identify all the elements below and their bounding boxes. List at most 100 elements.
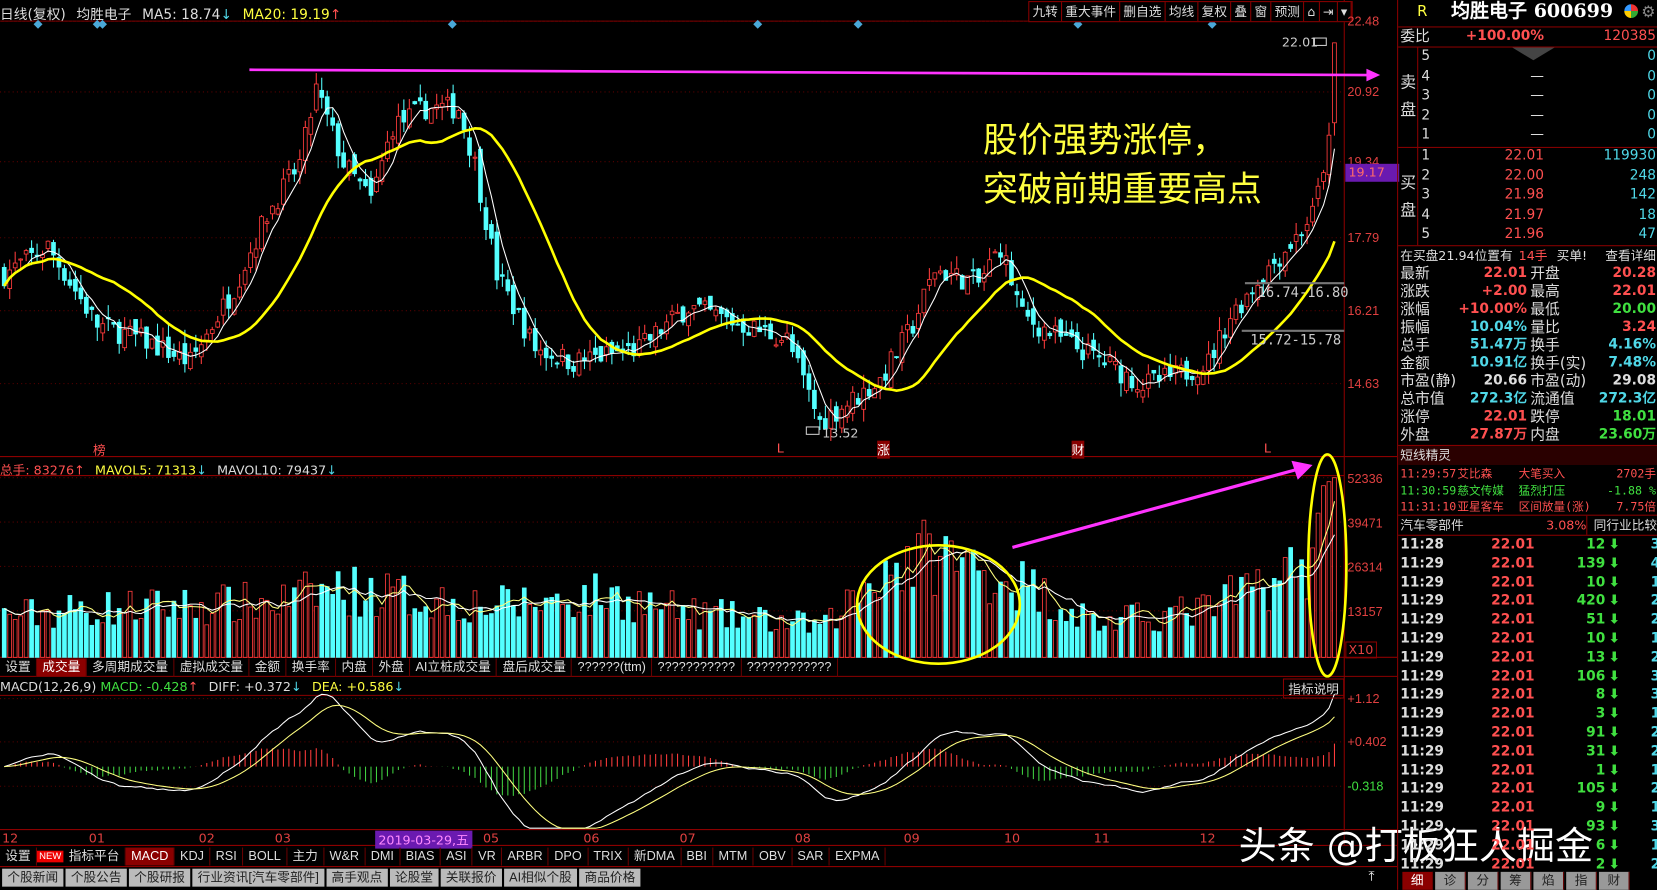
toolbar-button[interactable]: 预测	[1271, 2, 1305, 22]
volume-tab[interactable]: ??????(ttm)	[572, 658, 653, 677]
volume-tab[interactable]: ????????????	[741, 658, 838, 677]
volume-bar	[571, 617, 576, 658]
volume-tab[interactable]: 成交量	[37, 658, 87, 677]
industry-compare-button[interactable]: 同行业比较	[1586, 515, 1657, 535]
view-detail-link[interactable]: 查看详细	[1605, 246, 1656, 265]
stat-label: 量比	[1530, 319, 1560, 337]
sell-order-row[interactable]: 2 — 0	[1398, 107, 1657, 126]
news-tab[interactable]: AI相似个股	[503, 868, 578, 887]
quote-tab[interactable]: 诊	[1435, 871, 1466, 890]
volume-tab[interactable]: 换手率	[286, 658, 337, 677]
volume-bar	[795, 610, 801, 658]
quote-tab[interactable]: 分	[1467, 871, 1499, 890]
industry-name[interactable]: 汽车零部件	[1400, 516, 1463, 535]
buy-order-row[interactable]: 2 22.00 248	[1398, 167, 1657, 186]
quote-tab[interactable]: 财	[1599, 871, 1630, 890]
toolbar-button[interactable]: 叠	[1231, 2, 1252, 22]
toolbar-button[interactable]: 复权	[1198, 2, 1232, 22]
volume-tab[interactable]: ???????????	[652, 658, 742, 677]
volume-tab[interactable]: 内盘	[336, 658, 374, 677]
news-tab[interactable]: 关联报价	[440, 868, 502, 887]
indicator-tab[interactable]: OBV	[754, 847, 793, 866]
volume-tab[interactable]: 设置	[0, 658, 38, 677]
volume-bar	[133, 619, 138, 658]
toolbar-button[interactable]: 删自选	[1120, 2, 1166, 22]
indicator-tab[interactable]: SAR	[792, 847, 830, 866]
volume-bar	[160, 609, 166, 658]
indicator-tab[interactable]: 新DMA	[629, 847, 682, 866]
indicator-tab[interactable]: DPO	[549, 847, 589, 866]
quote-tab[interactable]: 焰	[1533, 871, 1565, 890]
news-tab[interactable]: 商品价格	[579, 868, 641, 887]
new-badge[interactable]: NEW	[37, 850, 64, 863]
news-tab[interactable]: 个股公告	[65, 868, 127, 887]
volume-bar	[220, 584, 226, 658]
pie-chart-icon[interactable]	[1624, 4, 1639, 18]
event-mark[interactable]: L	[1264, 441, 1271, 456]
toolbar-button[interactable]: ⌂	[1304, 2, 1320, 22]
event-mark[interactable]: L	[777, 441, 784, 456]
indicator-tab[interactable]: MTM	[713, 847, 754, 866]
sell-order-row[interactable]: 4 — 0	[1398, 67, 1657, 86]
indicator-help-button[interactable]: 指标说明	[1282, 678, 1345, 699]
indicator-tab[interactable]: 主力	[287, 847, 325, 866]
sell-order-row[interactable]: 1 — 0	[1398, 126, 1657, 145]
indicator-tab[interactable]: ASI	[441, 847, 473, 866]
sell-order-row[interactable]: 50	[1398, 48, 1657, 67]
down-arrow-icon: ⬇	[1608, 630, 1621, 647]
quote-tab[interactable]: 筹	[1500, 871, 1532, 890]
volume-bar	[1293, 576, 1299, 658]
indicator-tab[interactable]: W&R	[324, 847, 366, 866]
volume-bar	[549, 597, 554, 658]
gear-icon[interactable]: ⚙	[1641, 2, 1655, 21]
toolbar-button[interactable]: 窗	[1251, 2, 1272, 22]
volume-tab[interactable]: 外盘	[373, 658, 411, 677]
candle-body	[171, 350, 177, 357]
tick-count: 3	[1651, 536, 1657, 555]
date-axis-tick: 06	[583, 830, 600, 846]
tick-price: 22.01	[1491, 612, 1535, 628]
volume-tab[interactable]: AI立桩成交量	[410, 658, 498, 677]
indicator-tab[interactable]: 指标平台	[63, 847, 126, 866]
buy-order-row[interactable]: 3 21.98 142	[1398, 186, 1657, 205]
collapse-up-icon[interactable]: ⤒	[1369, 869, 1375, 885]
tick-row: 11:29 22.01 8⬇ 3	[1398, 686, 1657, 705]
quote-tab[interactable]: 细	[1402, 871, 1434, 890]
macd-axis-tick: +0.402	[1347, 734, 1387, 750]
indicator-tab[interactable]: TRIX	[588, 847, 629, 866]
news-tab[interactable]: 个股新闻	[2, 868, 64, 887]
volume-tab[interactable]: 多周期成交量	[87, 658, 175, 677]
event-mark[interactable]: 榜	[93, 441, 106, 459]
toolbar-button[interactable]: ⇥	[1320, 2, 1338, 22]
news-tab[interactable]: 行业资讯[汽车零部件]	[192, 868, 325, 887]
event-mark[interactable]: 涨	[877, 440, 890, 459]
indicator-tab[interactable]: KDJ	[175, 847, 211, 866]
volume-tab[interactable]: 金额	[249, 658, 287, 677]
quote-tab[interactable]: 指	[1566, 871, 1597, 890]
indicator-tab[interactable]: BIAS	[400, 847, 441, 866]
news-tab[interactable]: 高手观点	[326, 868, 388, 887]
buy-order-row[interactable]: 5 21.96 47	[1398, 226, 1657, 245]
indicator-tab[interactable]: ARBR	[502, 847, 549, 866]
indicator-tab[interactable]: EXPMA	[830, 847, 886, 866]
volume-tab[interactable]: 盘后成交量	[497, 658, 573, 677]
buy-order-row[interactable]: 1 22.01 119930	[1398, 147, 1657, 166]
indicator-tab[interactable]: MACD	[125, 847, 175, 866]
period-label[interactable]: 日线(复权)	[0, 7, 66, 23]
toolbar-button[interactable]: 重大事件	[1062, 2, 1121, 22]
news-tab[interactable]: 个股研报	[128, 868, 191, 887]
sell-order-row[interactable]: 3 — 0	[1398, 87, 1657, 106]
news-tab[interactable]: 论股堂	[389, 868, 439, 887]
toolbar-button[interactable]: 九转	[1029, 2, 1063, 22]
indicator-tab[interactable]: BOLL	[243, 847, 288, 866]
buy-order-row[interactable]: 4 21.97 18	[1398, 206, 1657, 225]
indicator-tab[interactable]: DMI	[365, 847, 401, 866]
indicator-tab[interactable]: 设置	[0, 847, 38, 866]
event-mark[interactable]: 财	[1071, 440, 1085, 459]
stat-label: 最新	[1400, 265, 1430, 283]
indicator-tab[interactable]: VR	[473, 847, 503, 866]
indicator-tab[interactable]: RSI	[210, 847, 244, 866]
volume-tab[interactable]: 虚拟成交量	[174, 658, 250, 677]
toolbar-button[interactable]: 均线	[1166, 2, 1199, 22]
indicator-tab[interactable]: BBI	[681, 847, 714, 866]
